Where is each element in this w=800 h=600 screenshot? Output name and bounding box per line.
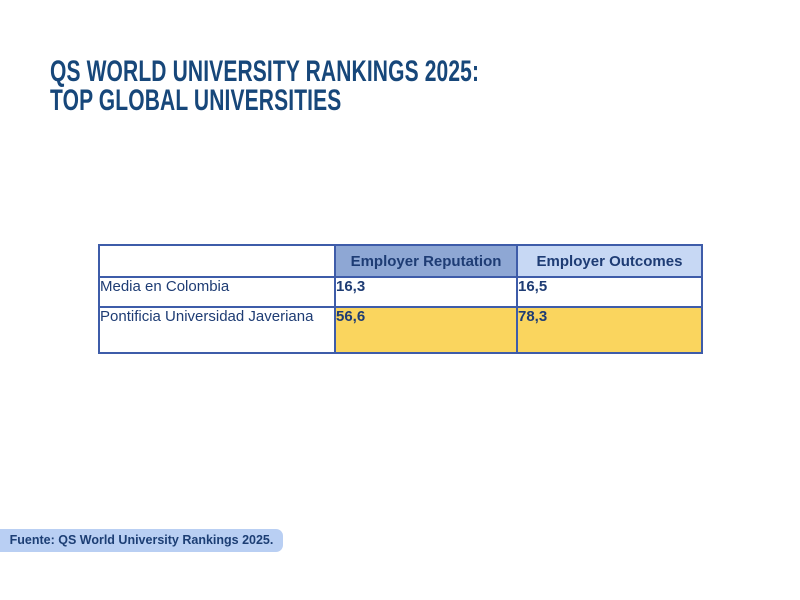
title-line-1: QS WORLD UNIVERSITY RANKINGS 2025: (50, 57, 479, 86)
title-line-2: TOP GLOBAL UNIVERSITIES (50, 86, 479, 115)
value-cell-reputation-media: 16,3 (335, 277, 517, 307)
header-row: Employer Reputation Employer Outcomes (99, 245, 702, 277)
header-cell-employer-reputation: Employer Reputation (335, 245, 517, 277)
page-title: QS WORLD UNIVERSITY RANKINGS 2025: TOP G… (50, 57, 479, 115)
slide: QS WORLD UNIVERSITY RANKINGS 2025: TOP G… (0, 0, 800, 600)
row-label-javeriana: Pontificia Universidad Javeriana (99, 307, 335, 353)
value-cell-outcomes-javeriana: 78,3 (517, 307, 702, 353)
header-cell-employer-outcomes: Employer Outcomes (517, 245, 702, 277)
rankings-table: Employer Reputation Employer Outcomes Me… (98, 244, 703, 354)
value-cell-outcomes-media: 16,5 (517, 277, 702, 307)
source-note: Fuente: QS World University Rankings 202… (0, 529, 283, 552)
header-cell-blank (99, 245, 335, 277)
table-row-javeriana: Pontificia Universidad Javeriana 56,6 78… (99, 307, 702, 353)
row-label-media-en-colombia: Media en Colombia (99, 277, 335, 307)
table-row-media-en-colombia: Media en Colombia 16,3 16,5 (99, 277, 702, 307)
value-cell-reputation-javeriana: 56,6 (335, 307, 517, 353)
